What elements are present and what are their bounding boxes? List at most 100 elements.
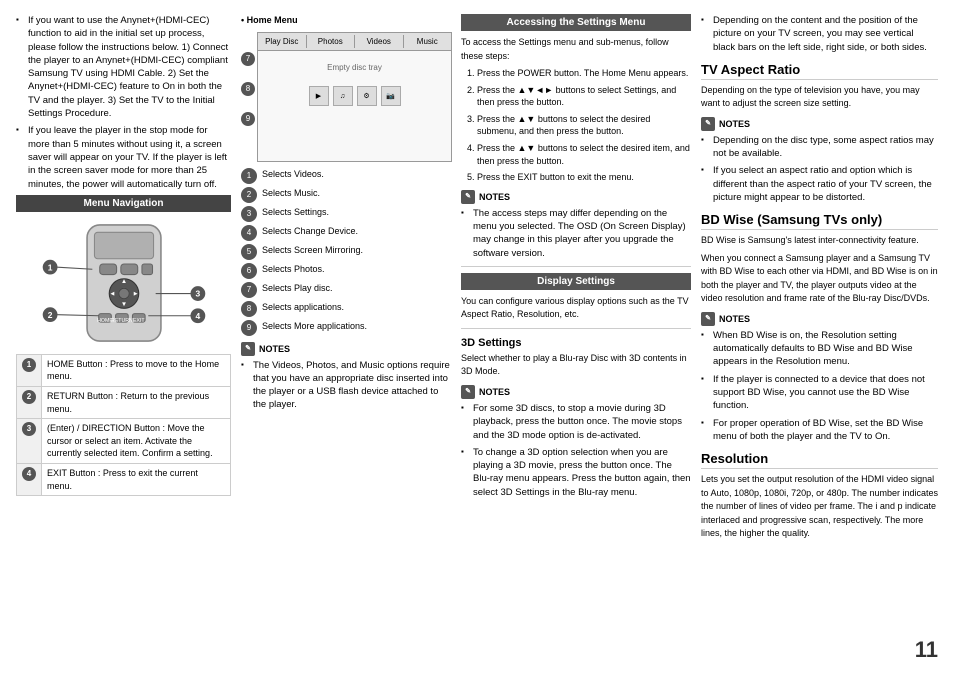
select-item-4: 4 Selects Change Device. [241, 225, 451, 241]
column-1: If you want to use the Anynet+(HDMI-CEC)… [16, 14, 231, 659]
step-5: Press the EXIT button to exit the menu. [477, 171, 691, 184]
select-item-5: 5 Selects Screen Mirroring. [241, 244, 451, 260]
nav-desc-3: (Enter) / DIRECTION Button : Move the cu… [42, 419, 231, 464]
divider-1 [461, 266, 691, 267]
select-num-2: 2 [241, 187, 257, 203]
3d-title: 3D Settings [461, 337, 691, 349]
tv-aspect-title: TV Aspect Ratio [701, 62, 938, 80]
select-item-9: 9 Selects More applications. [241, 320, 451, 336]
empty-disc-tray: Empty disc tray [262, 53, 447, 82]
col4-tv-notes-list: Depending on the disc type, some aspect … [701, 134, 938, 204]
select-item-3: 3 Selects Settings. [241, 206, 451, 222]
col3-notes-list-1: The access steps may differ depending on… [461, 207, 691, 260]
svg-text:EXIT: EXIT [132, 318, 144, 324]
nav-row-3: 3 (Enter) / DIRECTION Button : Move the … [17, 419, 231, 464]
tab-photos: Photos [307, 35, 356, 48]
nav-num-4: 4 [17, 464, 42, 496]
menu-top-bar: Play Disc Photos Videos Music [258, 33, 451, 51]
select-item-1: 1 Selects Videos. [241, 168, 451, 184]
col4-bd-notes-list: When BD Wise is on, the Resolution setti… [701, 329, 938, 443]
col2-notes-label: NOTES [259, 344, 290, 354]
select-num-3: 3 [241, 206, 257, 222]
col4-bd-notes-header: ✎ NOTES [701, 312, 938, 326]
nav-num-1: 1 [17, 354, 42, 386]
resolution-title: Resolution [701, 451, 938, 469]
column-3: Accessing the Settings Menu To access th… [461, 14, 691, 659]
col3-notes-list-3d: For some 3D discs, to stop a movie durin… [461, 402, 691, 499]
col2-notes: ✎ NOTES The Videos, Photos, and Music op… [241, 342, 451, 412]
col3-3d-note-2: To change a 3D option selection when you… [461, 446, 691, 499]
col4-bd-notes-label: NOTES [719, 314, 750, 324]
select-text-2: Selects Music. [262, 187, 320, 200]
col4-tv-notes-label: NOTES [719, 119, 750, 129]
col3-notes-label-1: NOTES [479, 192, 510, 202]
bullet-item-1: If you want to use the Anynet+(HDMI-CEC)… [16, 14, 231, 120]
bd-wise-body: When you connect a Samsung player and a … [701, 252, 938, 306]
step-4: Press the ▲▼ buttons to select the desir… [477, 142, 691, 167]
bd-wise-title: BD Wise (Samsung TVs only) [701, 212, 938, 230]
svg-text:▼: ▼ [120, 301, 126, 308]
menu-icon-2: ♫ [333, 86, 353, 106]
column-4: Depending on the content and the positio… [701, 14, 938, 659]
nav-row-4: 4 EXIT Button : Press to exit the curren… [17, 464, 231, 496]
select-num-7: 7 [241, 282, 257, 298]
notes-icon-tv: ✎ [701, 117, 715, 131]
col3-note-1: The access steps may differ depending on… [461, 207, 691, 260]
col2-notes-list: The Videos, Photos, and Music options re… [241, 359, 451, 412]
col2-note-1: The Videos, Photos, and Music options re… [241, 359, 451, 412]
bullet-item-2: If you leave the player in the stop mode… [16, 124, 231, 190]
nav-num-2: 2 [17, 387, 42, 419]
column-2: • Home Menu 7 8 9 1 2 3 4 [241, 14, 451, 659]
remote-diagram: ▲ ▼ ◄ ► HOME RETURN EXIT 1 [29, 218, 219, 348]
steps-list: Press the POWER button. The Home Menu ap… [461, 67, 691, 184]
nav-desc-1: HOME Button : Press to move to the Home … [42, 354, 231, 386]
select-text-1: Selects Videos. [262, 168, 324, 181]
select-item-6: 6 Selects Photos. [241, 263, 451, 279]
nav-desc-4: EXIT Button : Press to exit the current … [42, 464, 231, 496]
menu-icon-row: ▶ ♫ ⚙ 📷 [262, 86, 447, 106]
nav-table: 1 HOME Button : Press to move to the Hom… [16, 354, 231, 496]
page-number: 11 [915, 637, 938, 663]
col3-notes-label-3d: NOTES [479, 387, 510, 397]
accessing-heading: Accessing the Settings Menu [461, 14, 691, 31]
col3-notes-3d: ✎ NOTES For some 3D discs, to stop a mov… [461, 385, 691, 499]
col4-tv-notes: ✎ NOTES Depending on the disc type, some… [701, 117, 938, 204]
col4-top-bullets: Depending on the content and the positio… [701, 14, 938, 54]
notes-icon: ✎ [241, 342, 255, 356]
svg-text:◄: ◄ [109, 291, 115, 298]
svg-text:▲: ▲ [120, 278, 126, 285]
select-text-7: Selects Play disc. [262, 282, 333, 295]
select-text-8: Selects applications. [262, 301, 344, 314]
tab-videos: Videos [355, 35, 404, 48]
step-3: Press the ▲▼ buttons to select the desir… [477, 113, 691, 138]
menu-content: Empty disc tray ▶ ♫ ⚙ 📷 [258, 51, 451, 108]
tab-play-disc: Play Disc [258, 35, 307, 48]
nav-row-1: 1 HOME Button : Press to move to the Hom… [17, 354, 231, 386]
svg-text:RETURN: RETURN [110, 318, 132, 324]
col4-bullet-1: Depending on the content and the positio… [701, 14, 938, 54]
select-num-4: 4 [241, 225, 257, 241]
diagram-label-7: 7 [241, 52, 255, 66]
nav-num-3: 3 [17, 419, 42, 464]
col3-notes-header-3d: ✎ NOTES [461, 385, 691, 399]
step-1: Press the POWER button. The Home Menu ap… [477, 67, 691, 80]
col3-notes-accessing: ✎ NOTES The access steps may differ depe… [461, 190, 691, 260]
select-num-8: 8 [241, 301, 257, 317]
select-num-9: 9 [241, 320, 257, 336]
select-text-3: Selects Settings. [262, 206, 329, 219]
remote-svg: ▲ ▼ ◄ ► HOME RETURN EXIT 1 [29, 218, 219, 348]
select-text-5: Selects Screen Mirroring. [262, 244, 363, 257]
select-num-1: 1 [241, 168, 257, 184]
svg-text:►: ► [132, 291, 138, 298]
accessing-intro: To access the Settings menu and sub-menu… [461, 36, 691, 63]
menu-icon-1: ▶ [309, 86, 329, 106]
menu-icon-4: 📷 [381, 86, 401, 106]
menu-diagram: Play Disc Photos Videos Music Empty disc… [257, 32, 452, 162]
svg-text:2: 2 [47, 310, 52, 320]
menu-nav-heading: Menu Navigation [16, 195, 231, 212]
nav-row-2: 2 RETURN Button : Return to the previous… [17, 387, 231, 419]
col2-notes-header: ✎ NOTES [241, 342, 451, 356]
page-container: If you want to use the Anynet+(HDMI-CEC)… [0, 0, 954, 673]
home-menu-label: • Home Menu [241, 14, 451, 28]
tv-aspect-intro: Depending on the type of television you … [701, 84, 938, 111]
